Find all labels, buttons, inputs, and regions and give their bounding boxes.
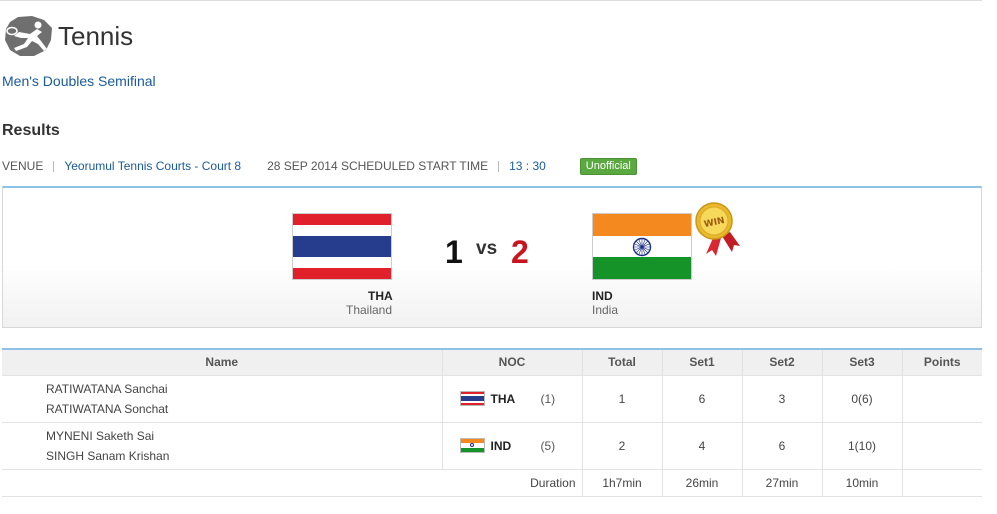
player-name: RATIWATANA Sonchat (46, 401, 169, 416)
header-set1: Set1 (662, 348, 743, 376)
left-team-code: THA (368, 289, 393, 303)
players-cell: MYNENI Saketh Sai SINGH Sanam Krishan (2, 422, 443, 470)
venue-link[interactable]: Yeorumul Tennis Courts - Court 8 (64, 159, 241, 173)
set1-cell: 4 (662, 422, 743, 470)
noc-cell: IND (5) (442, 422, 583, 470)
date-start-time-label: 28 SEP 2014 SCHEDULED START TIME (267, 159, 489, 173)
top-divider (0, 0, 982, 1)
points-cell (902, 422, 982, 470)
left-team-name: Thailand (346, 303, 393, 317)
duration-total: 1h7min (582, 469, 663, 497)
tennis-player-icon (5, 16, 52, 56)
seed: (1) (540, 391, 556, 406)
total-cell: 1 (582, 375, 663, 423)
match-info-row: VENUE Yeorumul Tennis Courts - Court 8 2… (2, 157, 637, 175)
ashoka-chakra-icon (632, 237, 652, 256)
header-name: Name (2, 348, 443, 376)
players-cell: RATIWATANA Sanchai RATIWATANA Sonchat (2, 375, 443, 423)
right-team-name: India (592, 303, 619, 317)
player-name: MYNENI Saketh Sai (46, 428, 155, 443)
duration-set2: 27min (742, 469, 823, 497)
header-set2: Set2 (742, 348, 823, 376)
header-points: Points (902, 348, 982, 376)
status-badge: Unofficial (579, 157, 637, 175)
noc-code: IND (490, 438, 512, 453)
duration-points (902, 469, 982, 497)
table-row: RATIWATANA Sanchai RATIWATANA Sonchat TH… (2, 375, 982, 423)
player-name: SINGH Sanam Krishan (46, 448, 170, 463)
india-flag (592, 213, 692, 280)
results-table: Name NOC Total Set1 Set2 Set3 Points RAT… (2, 348, 982, 497)
start-time-value: 13 : 30 (509, 159, 546, 173)
points-cell (902, 375, 982, 423)
venue-label: VENUE (2, 159, 44, 173)
india-flag (459, 438, 485, 453)
table-row: MYNENI Saketh Sai SINGH Sanam Krishan IN… (2, 422, 982, 470)
set3-cell: 0(6) (822, 375, 903, 423)
vs-label: vs (476, 238, 498, 259)
thailand-flag (292, 213, 392, 280)
set2-cell: 3 (742, 375, 823, 423)
header-set3: Set3 (822, 348, 903, 376)
noc-code: THA (490, 391, 516, 406)
total-cell: 2 (582, 422, 663, 470)
seed: (5) (540, 438, 556, 453)
left-team-score: 1 (445, 234, 463, 270)
table-header-row: Name NOC Total Set1 Set2 Set3 Points (2, 348, 982, 376)
header-total: Total (582, 348, 663, 376)
player-name: RATIWATANA Sanchai (46, 381, 168, 396)
noc-cell: THA (1) (442, 375, 583, 423)
duration-label: Duration (2, 469, 583, 497)
set2-cell: 6 (742, 422, 823, 470)
info-separator (498, 160, 500, 172)
info-separator (53, 160, 55, 172)
sport-title: Tennis (58, 21, 134, 51)
event-title-link[interactable]: Men's Doubles Semifinal (2, 73, 156, 89)
thailand-flag (459, 391, 485, 406)
set1-cell: 6 (662, 375, 743, 423)
set3-cell: 1(10) (822, 422, 903, 470)
header-noc: NOC (442, 348, 583, 376)
duration-row: Duration 1h7min 26min 27min 10min (2, 469, 982, 497)
right-team-code: IND (592, 289, 613, 303)
duration-set3: 10min (822, 469, 903, 497)
win-medal-icon: WIN (695, 202, 740, 256)
duration-set1: 26min (662, 469, 743, 497)
right-team-score: 2 (511, 234, 529, 270)
match-scoreboard: 1 vs 2 WIN THA Thailand IND India (2, 186, 982, 328)
sport-header: Tennis (2, 14, 133, 58)
results-heading: Results (2, 122, 60, 139)
